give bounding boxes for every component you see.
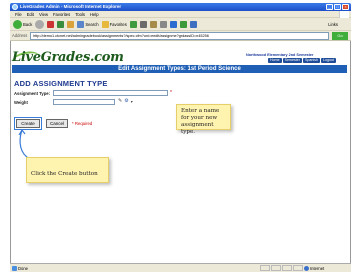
print-icon[interactable]	[159, 20, 167, 28]
forward-arrow-icon	[35, 19, 45, 29]
internet-globe-icon	[304, 266, 309, 271]
status-bar: Done Internet	[10, 263, 351, 272]
stop-icon[interactable]	[47, 20, 55, 28]
window-titlebar: LiveGrades Admin - Microsoft Internet Ex…	[10, 3, 351, 11]
menu-favorites[interactable]: Favorites	[53, 12, 70, 17]
weight-label: Weight	[14, 100, 28, 105]
back-button[interactable]: Back	[13, 19, 32, 29]
discuss-icon[interactable]	[179, 20, 187, 28]
cancel-button[interactable]: Cancel	[46, 119, 68, 128]
menu-edit[interactable]: Edit	[27, 12, 34, 17]
school-name: Northwood Elementary 2nd Semester	[246, 53, 314, 57]
favorites-button[interactable]: Favorites	[101, 19, 127, 29]
back-arrow-icon	[13, 19, 22, 29]
media-icon[interactable]	[129, 20, 137, 28]
toolbar: Back Search Favorites Links	[10, 18, 351, 31]
menubar: File Edit View Favorites Tools Help	[10, 11, 351, 18]
status-text: Done	[18, 266, 29, 271]
search-label: Search	[85, 21, 99, 27]
forward-button[interactable]	[35, 19, 45, 29]
required-star: *	[170, 90, 172, 96]
required-note: * Required	[72, 121, 93, 126]
minimize-button[interactable]: _	[326, 4, 333, 10]
weight-tools: ✎ ⚙ ▾	[118, 98, 133, 104]
ie-icon	[12, 4, 18, 10]
messenger-icon[interactable]	[189, 20, 197, 28]
menu-tools[interactable]: Tools	[75, 12, 85, 17]
tooltip-name-hint: Enter a name for your new assignment typ…	[176, 104, 231, 135]
page-title: ADD ASSIGNMENT TYPE	[14, 79, 108, 88]
menu-help[interactable]: Help	[90, 12, 99, 17]
page-banner: Edit Assignment Types: 1st Period Scienc…	[12, 65, 347, 73]
nav-spanish[interactable]: Spanish	[302, 58, 320, 63]
address-label: Address	[12, 33, 28, 38]
settings-icon[interactable]: ⚙	[124, 98, 128, 104]
nav-logout[interactable]: Logout	[320, 58, 336, 63]
close-button[interactable]: ×	[342, 4, 349, 10]
maximize-button[interactable]: □	[334, 4, 341, 10]
address-bar: Address http://demo1.ctcnet.net/admingra…	[10, 31, 351, 41]
edit-icon[interactable]	[169, 20, 177, 28]
nav-home[interactable]: Home	[268, 58, 282, 63]
search-icon[interactable]: ✎	[118, 98, 122, 104]
assignment-type-label: Assignment Type:	[14, 91, 50, 96]
page-content	[10, 41, 351, 263]
search-icon	[77, 20, 85, 28]
history-icon[interactable]	[139, 20, 147, 28]
site-logo[interactable]: LiveGrades.com	[12, 50, 124, 65]
assignment-type-input[interactable]	[53, 90, 168, 96]
go-button[interactable]: Go	[332, 32, 348, 40]
links-label[interactable]: Links	[328, 22, 338, 27]
page-icon	[12, 266, 17, 271]
address-input[interactable]: http://demo1.ctcnet.net/admingradebook/a…	[30, 32, 329, 40]
favorites-label: Favorites	[109, 21, 127, 27]
home-icon[interactable]	[67, 20, 75, 28]
security-zone: Internet	[310, 266, 325, 271]
weight-input[interactable]	[53, 99, 115, 105]
back-label: Back	[23, 21, 33, 27]
window-title: LiveGrades Admin - Microsoft Internet Ex…	[20, 4, 122, 9]
search-button[interactable]: Search	[77, 19, 99, 29]
school-nav: Northwood Elementary 2nd Semester Home S…	[228, 53, 345, 65]
windows-logo-icon	[339, 11, 349, 18]
refresh-icon[interactable]	[57, 20, 65, 28]
nav-semester[interactable]: Semester	[282, 58, 302, 63]
menu-file[interactable]: File	[15, 12, 22, 17]
tooltip-create-hint: Click the Create button	[26, 157, 109, 183]
menu-view[interactable]: View	[39, 12, 48, 17]
mail-icon[interactable]	[149, 20, 157, 28]
chevron-down-icon[interactable]: ▾	[131, 99, 133, 104]
favorites-star-icon	[101, 20, 109, 28]
